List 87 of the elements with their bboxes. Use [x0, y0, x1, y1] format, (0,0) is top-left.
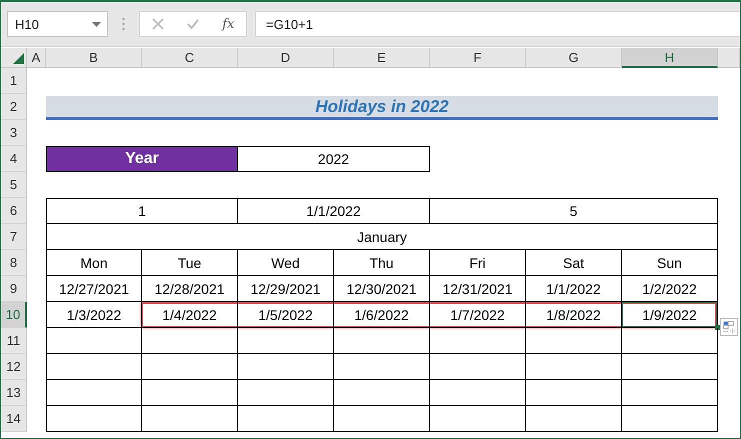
- empty-cell[interactable]: [526, 354, 622, 380]
- empty-cell[interactable]: [526, 328, 622, 354]
- row-header[interactable]: 13: [1, 380, 27, 406]
- caret-icon[interactable]: [92, 22, 101, 26]
- empty-cell[interactable]: [622, 328, 718, 354]
- empty-cell[interactable]: [238, 380, 334, 406]
- row-header[interactable]: 8: [1, 250, 27, 276]
- column-header[interactable]: A: [27, 48, 46, 68]
- weekday-header: Wed: [238, 250, 334, 276]
- quick-analysis-icon[interactable]: [720, 318, 738, 336]
- date-cell[interactable]: 1/8/2022: [526, 302, 622, 328]
- empty-cell[interactable]: [46, 328, 142, 354]
- empty-cell[interactable]: [526, 380, 622, 406]
- empty-cell[interactable]: [526, 406, 622, 432]
- date-cell[interactable]: 12/31/2021: [430, 276, 526, 302]
- empty-cell[interactable]: [334, 328, 430, 354]
- date-cell[interactable]: 1/7/2022: [430, 302, 526, 328]
- table-cell: 5: [430, 198, 718, 224]
- empty-cell[interactable]: [334, 354, 430, 380]
- column-header[interactable]: H: [622, 48, 718, 68]
- row-header[interactable]: 10: [1, 302, 27, 328]
- empty-cell[interactable]: [622, 354, 718, 380]
- row-header[interactable]: 3: [1, 120, 27, 146]
- column-header[interactable]: F: [430, 48, 526, 68]
- row-header[interactable]: 9: [1, 276, 27, 302]
- column-header[interactable]: D: [238, 48, 334, 68]
- weekday-header: Tue: [142, 250, 238, 276]
- empty-cell[interactable]: [142, 380, 238, 406]
- name-box[interactable]: H10: [7, 11, 108, 37]
- date-cell[interactable]: 12/29/2021: [238, 276, 334, 302]
- year-value: 2022: [238, 146, 430, 172]
- empty-cell[interactable]: [142, 328, 238, 354]
- fill-handle[interactable]: [715, 325, 720, 330]
- empty-cell[interactable]: [622, 406, 718, 432]
- row-header[interactable]: 7: [1, 224, 27, 250]
- column-header[interactable]: E: [334, 48, 430, 68]
- row-header[interactable]: 1: [1, 68, 27, 94]
- row-header[interactable]: 5: [1, 172, 27, 198]
- empty-cell[interactable]: [238, 406, 334, 432]
- column-header[interactable]: C: [142, 48, 238, 68]
- sheet-title: Holidays in 2022: [46, 96, 718, 120]
- date-cell[interactable]: 1/2/2022: [622, 276, 718, 302]
- date-cell[interactable]: 1/1/2022: [526, 276, 622, 302]
- empty-cell[interactable]: [46, 406, 142, 432]
- month-heading: January: [46, 224, 718, 250]
- weekday-header: Sun: [622, 250, 718, 276]
- grip-icon: [122, 17, 125, 31]
- empty-cell[interactable]: [430, 406, 526, 432]
- empty-cell[interactable]: [238, 354, 334, 380]
- table-cell: 1/1/2022: [238, 198, 430, 224]
- date-cell[interactable]: 12/30/2021: [334, 276, 430, 302]
- select-all-icon[interactable]: [13, 53, 24, 64]
- empty-cell[interactable]: [46, 354, 142, 380]
- weekday-header: Fri: [430, 250, 526, 276]
- weekday-header: Thu: [334, 250, 430, 276]
- empty-cell[interactable]: [334, 406, 430, 432]
- empty-cell[interactable]: [430, 354, 526, 380]
- column-header[interactable]: G: [526, 48, 622, 68]
- row-header[interactable]: 2: [1, 94, 27, 120]
- date-cell[interactable]: 1/6/2022: [334, 302, 430, 328]
- check-icon[interactable]: [186, 18, 199, 30]
- empty-cell[interactable]: [142, 354, 238, 380]
- row-header[interactable]: 12: [1, 354, 27, 380]
- date-cell[interactable]: 12/27/2021: [46, 276, 142, 302]
- empty-cell[interactable]: [622, 380, 718, 406]
- row-header[interactable]: 11: [1, 328, 27, 354]
- date-cell[interactable]: 12/28/2021: [142, 276, 238, 302]
- date-cell[interactable]: 1/3/2022: [46, 302, 142, 328]
- weekday-header: Sat: [526, 250, 622, 276]
- empty-cell[interactable]: [142, 406, 238, 432]
- date-cell[interactable]: 1/9/2022: [622, 302, 718, 328]
- column-header[interactable]: B: [46, 48, 142, 68]
- date-cell[interactable]: 1/5/2022: [238, 302, 334, 328]
- empty-cell[interactable]: [238, 328, 334, 354]
- row-header[interactable]: 6: [1, 198, 27, 224]
- empty-cell[interactable]: [46, 380, 142, 406]
- empty-cell[interactable]: [430, 328, 526, 354]
- date-cell[interactable]: 1/4/2022: [142, 302, 238, 328]
- weekday-header: Mon: [46, 250, 142, 276]
- row-header[interactable]: 4: [1, 146, 27, 172]
- row-header[interactable]: 14: [1, 406, 27, 432]
- empty-cell[interactable]: [430, 380, 526, 406]
- insert-function-button[interactable]: fx: [222, 16, 234, 32]
- table-cell: 1: [46, 198, 238, 224]
- empty-cell[interactable]: [334, 380, 430, 406]
- year-label: Year: [46, 146, 238, 172]
- formula-field[interactable]: =G10+1: [255, 11, 740, 37]
